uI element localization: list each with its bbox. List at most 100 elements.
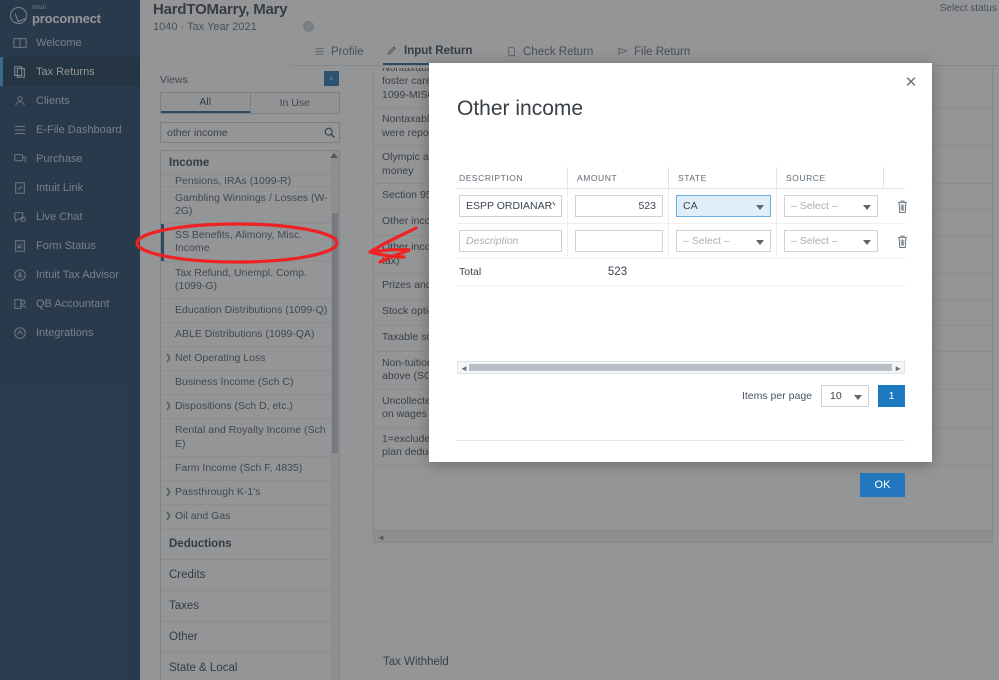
tab-check-return[interactable]: Check Return	[502, 38, 597, 65]
chevron-down-icon	[863, 205, 871, 210]
search-icon[interactable]	[319, 126, 339, 139]
list-item[interactable]: Farm Income (Sch F, 4835)	[161, 457, 339, 481]
sidebar-item-qb-accountant[interactable]: QB Accountant	[0, 289, 140, 318]
tree-section-state-local[interactable]: State & Local	[161, 653, 339, 680]
column-header-delete	[883, 167, 925, 188]
trash-icon[interactable]	[885, 199, 920, 214]
list-item-label: Passthrough K-1's	[175, 485, 261, 498]
items-per-page-select[interactable]: 10	[821, 385, 869, 407]
sidebar-item-tax-returns[interactable]: Tax Returns	[0, 57, 140, 86]
search-input[interactable]	[161, 126, 319, 139]
state-select[interactable]: CA	[676, 195, 771, 217]
sidebar-item-purchase[interactable]: Purchase	[0, 144, 140, 173]
list-item[interactable]: ❯ Oil and Gas	[161, 505, 339, 529]
info-icon[interactable]: i	[303, 21, 314, 32]
sidebar-item-clients[interactable]: Clients	[0, 86, 140, 115]
list-item[interactable]: ABLE Distributions (1099-QA)	[161, 323, 339, 347]
chevron-right-icon: ❯	[165, 401, 172, 411]
table-row: CA – Select –	[457, 189, 907, 224]
chevron-down-icon	[854, 395, 862, 400]
other-income-dialog: ✕ Other income DESCRIPTION AMOUNT STATE …	[429, 63, 932, 497]
pencil-icon	[387, 46, 396, 55]
link-check-icon	[15, 181, 25, 194]
total-row: Total 523	[457, 259, 905, 286]
book-icon	[13, 37, 27, 48]
amount-input[interactable]	[575, 230, 663, 252]
sidebar-label: Tax Returns	[36, 65, 95, 78]
chevron-right-icon: ❯	[165, 353, 172, 362]
scroll-up-arrow-icon[interactable]	[330, 153, 338, 158]
cell-amount	[567, 224, 668, 258]
list-item-ss-benefits[interactable]: SS Benefits, Alimony, Misc. Income	[161, 224, 339, 262]
page-button-1[interactable]: 1	[878, 385, 905, 407]
tab-label: Check Return	[523, 45, 594, 58]
sidebar-label: Form Status	[36, 239, 96, 252]
grid-horizontal-scrollbar[interactable]: ◄ ►	[457, 361, 905, 374]
tree-section-deductions[interactable]: Deductions	[161, 529, 339, 560]
tree-scrollbar[interactable]	[330, 151, 339, 680]
page-title: HardTOMarry, Mary	[153, 1, 288, 18]
close-icon[interactable]: ✕	[902, 74, 920, 92]
list-item[interactable]: Business Income (Sch C)	[161, 371, 339, 396]
list-item[interactable]: Tax Refund, Unempl. Comp. (1099-G)	[161, 262, 339, 299]
state-select[interactable]: – Select –	[676, 230, 771, 252]
dialog-title: Other income	[457, 97, 584, 120]
chevron-right-icon: ❯	[165, 510, 172, 520]
tree-section-credits[interactable]: Credits	[161, 560, 339, 591]
segment-all[interactable]: All	[161, 93, 250, 113]
chevron-down-icon	[863, 240, 871, 245]
tab-file-return[interactable]: File Return	[613, 38, 694, 65]
description-input[interactable]	[459, 195, 562, 217]
sidebar-label: Intuit Tax Advisor	[36, 268, 119, 281]
ok-button[interactable]: OK	[860, 473, 905, 497]
sidebar-item-live-chat[interactable]: Live Chat	[0, 202, 140, 231]
list-item[interactable]: ❯ Net Operating Loss	[161, 347, 339, 372]
sidebar-item-efile-dashboard[interactable]: E-File Dashboard	[0, 115, 140, 144]
sidebar-label: Integrations	[36, 326, 94, 339]
cell-delete	[883, 193, 925, 220]
list-item[interactable]: Pensions, IRAs (1099-R)	[161, 175, 339, 187]
list-item[interactable]: ❯ Passthrough K-1's	[161, 481, 339, 505]
integrations-icon	[14, 326, 26, 339]
form-arrow-icon	[15, 239, 25, 252]
sidebar-item-form-status[interactable]: Form Status	[0, 231, 140, 260]
cell-amount	[567, 189, 668, 223]
intuit-logo-icon	[10, 6, 27, 24]
list-item[interactable]: Gambling Winnings / Losses (W-2G)	[161, 187, 339, 225]
sidebar-label: Intuit Link	[36, 181, 84, 194]
cell-delete	[883, 228, 925, 255]
scroll-right-arrow-icon[interactable]: ►	[894, 364, 902, 373]
tab-input-return[interactable]: Input Return	[383, 38, 477, 65]
tab-profile[interactable]: Profile	[310, 38, 368, 65]
sidebar-item-welcome[interactable]: Welcome	[0, 28, 140, 57]
scrollbar-thumb[interactable]	[469, 364, 892, 371]
scrollbar-thumb[interactable]	[332, 213, 338, 453]
trash-icon[interactable]	[885, 234, 920, 249]
sidebar-item-intuit-link[interactable]: Intuit Link	[0, 173, 140, 202]
qb-icon	[14, 298, 27, 309]
items-per-page-label: Items per page	[741, 390, 812, 402]
sidebar-item-integrations[interactable]: Integrations	[0, 318, 140, 347]
amount-input[interactable]	[575, 195, 663, 217]
description-input[interactable]	[459, 230, 562, 252]
scroll-left-arrow-icon[interactable]: ◄	[377, 533, 385, 542]
chevron-down-icon	[756, 205, 764, 210]
source-select[interactable]: – Select –	[784, 195, 878, 217]
sidebar-item-intuit-tax-advisor[interactable]: Intuit Tax Advisor	[0, 260, 140, 289]
tree-section-taxes[interactable]: Taxes	[161, 591, 339, 622]
list-item[interactable]: Rental and Royalty Income (Sch E)	[161, 419, 339, 457]
search-box	[160, 122, 340, 143]
form-horizontal-scrollbar[interactable]: ◄	[374, 530, 992, 542]
chevron-down-icon	[756, 240, 764, 245]
collapse-panel-button[interactable]: ‹	[324, 71, 339, 86]
list-item[interactable]: Education Distributions (1099-Q)	[161, 299, 339, 323]
scroll-left-arrow-icon[interactable]: ◄	[460, 364, 468, 373]
other-income-grid: DESCRIPTION AMOUNT STATE SOURCE CA	[457, 167, 907, 286]
total-value: 523	[607, 266, 628, 278]
tree-section-other[interactable]: Other	[161, 622, 339, 653]
select-status-dropdown[interactable]: Select status	[940, 3, 997, 14]
segment-in-use[interactable]: In Use	[249, 93, 339, 113]
list-item[interactable]: ❯ Dispositions (Sch D, etc.)	[161, 395, 339, 420]
source-select[interactable]: – Select –	[784, 230, 878, 252]
total-label: Total	[459, 266, 482, 278]
